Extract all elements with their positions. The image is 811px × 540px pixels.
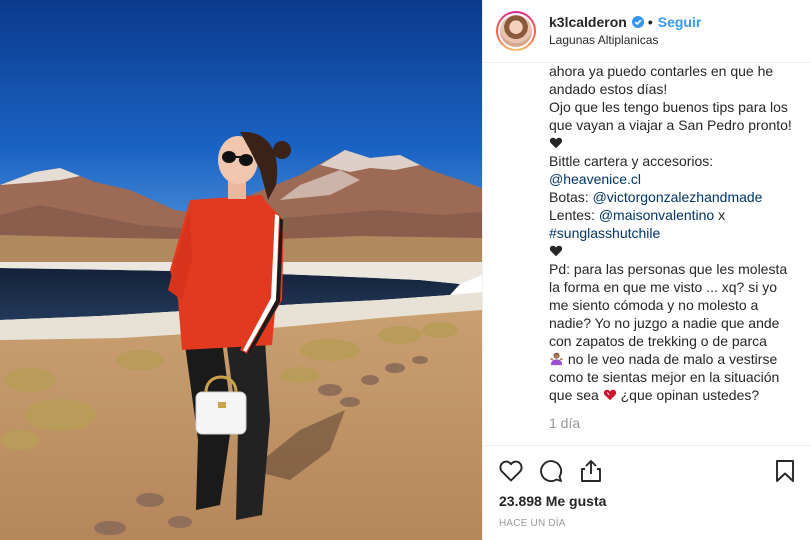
caption-line: con zapatos de trekking o de parca [549,333,767,349]
caption-line: Lentes: @maisonvalentino x [549,206,795,224]
caption-line: andado estos días! [549,81,668,97]
photo-illustration [0,0,482,540]
heart-outline-icon [499,460,523,482]
caption-label: Lentes: [549,207,599,223]
caption-line: @heavenice.cl [549,170,795,188]
bookmark-icon [776,460,794,482]
black-heart-emoji-icon [549,245,563,257]
save-button[interactable] [771,457,799,485]
post-timestamp: HACE UN DÍA [499,518,566,529]
hashtag-link[interactable]: #sunglasshutchile [549,225,660,241]
follow-button[interactable]: Seguir [658,13,702,31]
share-upload-icon [581,460,601,482]
caption-line [549,134,795,152]
caption-line: ahora ya puedo contarles en que he [549,64,774,79]
verified-badge-icon [631,16,644,28]
caption-line: que sea ¿que opinan ustedes? [549,386,795,404]
location-link[interactable]: Lagunas Altiplanicas [549,31,701,49]
caption-text-inline: no le veo nada de malo a vestirse [564,351,778,367]
likes-count[interactable]: 23.898 Me gusta [499,493,795,509]
caption-timestamp[interactable]: 1 día [549,415,795,431]
caption-line: que vayan a viajar a San Pedro pronto! [549,117,792,133]
caption-text-inline: ¿que opinan ustedes? [616,387,760,403]
post-sidebar: k3lcalderon • Seguir Lagunas Altiplanica… [482,0,811,540]
mention-link[interactable]: @maisonvalentino [599,207,714,223]
comment-button[interactable] [537,457,565,485]
caption-text: ahora ya puedo contarles en que he andad… [549,64,795,404]
header-text: k3lcalderon • Seguir Lagunas Altiplanica… [549,13,701,49]
action-icons [497,446,795,496]
caption-label: x [714,207,726,223]
caption-line: Botas: @victorgonzalezhandmade [549,188,795,206]
post-photo[interactable] [0,0,482,540]
share-button[interactable] [577,457,605,485]
caption-line: como te sientas mejor en la situación [549,369,780,385]
comment-bubble-icon [540,460,563,483]
separator-dot: • [647,14,653,30]
caption-area: ahora ya puedo contarles en que he andad… [483,64,811,444]
caption-line: nadie? Yo no juzgo a nadie que ande [549,315,780,331]
caption-line: no le veo nada de malo a vestirse [549,350,795,368]
like-button[interactable] [497,457,525,485]
avatar-image [500,15,532,47]
red-heart-emoji-icon [603,389,616,401]
mention-link[interactable]: @victorgonzalezhandmade [593,189,763,205]
shrug-person-emoji-icon [549,352,564,366]
post-header: k3lcalderon • Seguir Lagunas Altiplanica… [483,0,811,63]
caption-label: Botas: [549,189,593,205]
post-actions: 23.898 Me gusta HACE UN DÍA [483,445,811,540]
caption-line: #sunglasshutchile [549,224,795,242]
caption-line [549,242,795,260]
caption-line: Bittle cartera y accesorios: [549,153,714,169]
caption-line: la forma en que me visto ... xq? si yo [549,279,777,295]
black-heart-emoji-icon [549,137,563,149]
username-link[interactable]: k3lcalderon [549,13,627,31]
caption-line: Ojo que les tengo buenos tips para los [549,99,788,115]
caption-line: me siento cómoda y no molesto a [549,297,759,313]
avatar[interactable] [496,11,536,51]
caption-line: Pd: para las personas que les molesta [549,261,788,277]
mention-link[interactable]: @heavenice.cl [549,171,641,187]
caption-text-inline: que sea [549,387,603,403]
